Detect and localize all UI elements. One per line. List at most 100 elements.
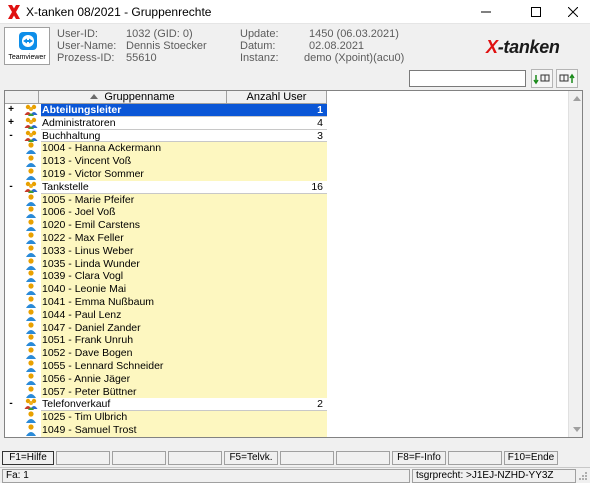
user-row[interactable]: 1019 - Victor Sommer bbox=[5, 167, 327, 181]
user-row[interactable]: 1051 - Frank Unruh bbox=[5, 334, 327, 348]
search-down-button[interactable] bbox=[531, 69, 553, 88]
user-row[interactable]: 1047 - Daniel Zander bbox=[5, 321, 327, 335]
user-name-cell[interactable]: 1035 - Linda Wunder bbox=[41, 257, 227, 271]
close-button[interactable] bbox=[553, 0, 590, 24]
user-name-cell[interactable]: 1055 - Lennard Schneider bbox=[41, 359, 227, 373]
user-name-cell[interactable]: 1020 - Emil Carstens bbox=[41, 219, 227, 232]
tree-expander[interactable]: - bbox=[5, 398, 17, 411]
user-count-cell[interactable]: 3 bbox=[227, 129, 327, 143]
user-count-cell[interactable] bbox=[227, 142, 327, 156]
user-row[interactable]: 1049 - Samuel Trost bbox=[5, 423, 327, 437]
teamviewer-button[interactable]: Teamviewer bbox=[4, 27, 50, 65]
user-count-cell[interactable] bbox=[227, 347, 327, 360]
user-count-cell[interactable]: 1 bbox=[227, 104, 327, 117]
minimize-button[interactable] bbox=[466, 0, 506, 24]
group-row[interactable]: - Telefonverkauf 2 bbox=[5, 398, 327, 412]
user-count-cell[interactable] bbox=[227, 283, 327, 296]
user-count-cell[interactable] bbox=[227, 411, 327, 424]
group-name-cell[interactable]: Buchhaltung bbox=[41, 129, 227, 143]
user-count-cell[interactable] bbox=[227, 334, 327, 348]
user-name-cell[interactable]: 1051 - Frank Unruh bbox=[41, 334, 227, 348]
fkey-slot-7[interactable] bbox=[336, 451, 390, 465]
fkey-slot-6[interactable] bbox=[280, 451, 334, 465]
group-row[interactable]: - Buchhaltung 3 bbox=[5, 129, 327, 143]
f10-end-button[interactable]: F10=Ende bbox=[504, 451, 558, 465]
scroll-up-button[interactable] bbox=[569, 91, 582, 106]
user-count-cell[interactable] bbox=[227, 257, 327, 271]
user-row[interactable]: 1022 - Max Feller bbox=[5, 231, 327, 245]
user-count-cell[interactable] bbox=[227, 372, 327, 386]
user-row[interactable]: 1004 - Hanna Ackermann bbox=[5, 142, 327, 156]
user-row[interactable]: 1035 - Linda Wunder bbox=[5, 257, 327, 271]
user-count-cell[interactable] bbox=[227, 155, 327, 168]
user-name-cell[interactable]: 1056 - Annie Jäger bbox=[41, 372, 227, 386]
user-count-cell[interactable]: 2 bbox=[227, 398, 327, 412]
user-row[interactable]: 1025 - Tim Ulbrich bbox=[5, 411, 327, 424]
user-row[interactable]: 1013 - Vincent Voß bbox=[5, 155, 327, 168]
user-count-cell[interactable] bbox=[227, 295, 327, 309]
tree-expander[interactable]: - bbox=[5, 130, 17, 143]
scroll-down-button[interactable] bbox=[569, 422, 582, 437]
user-row[interactable]: 1052 - Dave Bogen bbox=[5, 347, 327, 360]
user-row[interactable]: 1040 - Leonie Mai bbox=[5, 283, 327, 296]
user-name-cell[interactable]: 1041 - Emma Nußbaum bbox=[41, 295, 227, 309]
user-count-cell[interactable] bbox=[227, 167, 327, 181]
user-count-cell[interactable]: 4 bbox=[227, 116, 327, 130]
search-up-button[interactable] bbox=[556, 69, 578, 88]
user-name-cell[interactable]: 1052 - Dave Bogen bbox=[41, 347, 227, 360]
tree-expander[interactable]: + bbox=[5, 104, 17, 117]
user-name-cell[interactable]: 1047 - Daniel Zander bbox=[41, 321, 227, 335]
tree-expander[interactable]: + bbox=[5, 117, 17, 130]
vertical-scrollbar[interactable] bbox=[568, 91, 582, 437]
user-count-cell[interactable] bbox=[227, 206, 327, 220]
fkey-slot-3[interactable] bbox=[112, 451, 166, 465]
user-count-cell[interactable] bbox=[227, 193, 327, 207]
f1-help-button[interactable]: F1=Hilfe bbox=[2, 451, 54, 465]
user-row[interactable]: 1057 - Peter Büttner bbox=[5, 385, 327, 399]
group-name-cell[interactable]: Administratoren bbox=[41, 116, 227, 130]
user-count-cell[interactable] bbox=[227, 270, 327, 284]
user-count-cell[interactable] bbox=[227, 423, 327, 437]
user-row[interactable]: 1039 - Clara Vogl bbox=[5, 270, 327, 284]
group-row[interactable]: + Abteilungsleiter 1 bbox=[5, 104, 327, 117]
user-name-cell[interactable]: 1005 - Marie Pfeifer bbox=[41, 193, 227, 207]
resize-grip-icon[interactable] bbox=[578, 471, 588, 481]
user-row[interactable]: 1041 - Emma Nußbaum bbox=[5, 295, 327, 309]
user-count-cell[interactable]: 16 bbox=[227, 180, 327, 194]
f5-telvk-button[interactable]: F5=Telvk. bbox=[224, 451, 278, 465]
f8-f-info-button[interactable]: F8=F-Info bbox=[392, 451, 446, 465]
user-name-cell[interactable]: 1039 - Clara Vogl bbox=[41, 270, 227, 284]
user-row[interactable]: 1006 - Joel Voß bbox=[5, 206, 327, 220]
user-name-cell[interactable]: 1019 - Victor Sommer bbox=[41, 167, 227, 181]
tree-expander[interactable]: - bbox=[5, 181, 17, 194]
user-row[interactable]: 1044 - Paul Lenz bbox=[5, 308, 327, 322]
user-count-cell[interactable] bbox=[227, 359, 327, 373]
user-row[interactable]: 1005 - Marie Pfeifer bbox=[5, 193, 327, 207]
user-row[interactable]: 1055 - Lennard Schneider bbox=[5, 359, 327, 373]
user-name-cell[interactable]: 1057 - Peter Büttner bbox=[41, 385, 227, 399]
group-name-cell[interactable]: Tankstelle bbox=[41, 180, 227, 194]
user-count-cell[interactable] bbox=[227, 308, 327, 322]
user-name-cell[interactable]: 1025 - Tim Ulbrich bbox=[41, 411, 227, 424]
group-name-cell[interactable]: Abteilungsleiter bbox=[41, 104, 227, 117]
user-name-cell[interactable]: 1033 - Linus Weber bbox=[41, 244, 227, 258]
user-count-cell[interactable] bbox=[227, 321, 327, 335]
maximize-button[interactable] bbox=[516, 0, 556, 24]
user-row[interactable]: 1056 - Annie Jäger bbox=[5, 372, 327, 386]
fkey-slot-9[interactable] bbox=[448, 451, 502, 465]
user-name-cell[interactable]: 1022 - Max Feller bbox=[41, 231, 227, 245]
user-name-cell[interactable]: 1006 - Joel Voß bbox=[41, 206, 227, 220]
fkey-slot-2[interactable] bbox=[56, 451, 110, 465]
group-row[interactable]: + Administratoren 4 bbox=[5, 116, 327, 130]
user-name-cell[interactable]: 1013 - Vincent Voß bbox=[41, 155, 227, 168]
user-row[interactable]: 1033 - Linus Weber bbox=[5, 244, 327, 258]
group-row[interactable]: - Tankstelle 16 bbox=[5, 180, 327, 194]
group-rights-grid[interactable]: Gruppenname Anzahl User + Abteilungsleite… bbox=[4, 90, 583, 438]
group-name-cell[interactable]: Telefonverkauf bbox=[41, 398, 227, 412]
user-name-cell[interactable]: 1040 - Leonie Mai bbox=[41, 283, 227, 296]
search-input[interactable] bbox=[409, 70, 526, 87]
user-name-cell[interactable]: 1044 - Paul Lenz bbox=[41, 308, 227, 322]
fkey-slot-4[interactable] bbox=[168, 451, 222, 465]
user-count-cell[interactable] bbox=[227, 219, 327, 232]
user-count-cell[interactable] bbox=[227, 244, 327, 258]
